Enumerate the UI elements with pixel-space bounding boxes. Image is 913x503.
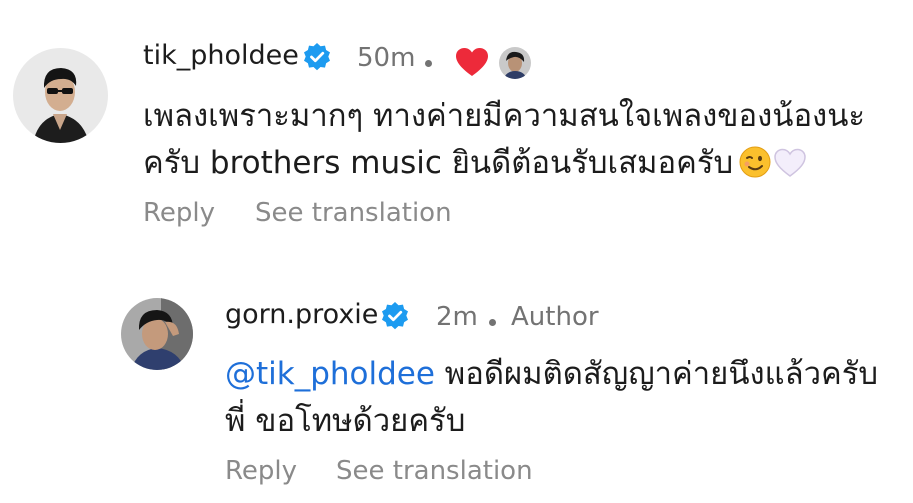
white-heart-emoji (773, 145, 807, 192)
username[interactable]: gorn.proxie (225, 299, 378, 330)
comment-text-line: ครับ brothers music ยินดีต้อนรับเสมอครับ (143, 145, 734, 181)
reply-button[interactable]: Reply (143, 198, 215, 228)
comment-text: เพลงเพราะมากๆ ทางค่ายมีความสนใจเพลงของน้… (143, 93, 903, 192)
author-like-avatar (497, 45, 533, 81)
comment-text-line-1: @tik_pholdee พอดีผมติดสัญญาค่ายนึงแล้วคร… (225, 351, 905, 398)
comment-text-line-2: ครับ brothers music ยินดีต้อนรับเสมอครับ (143, 140, 903, 192)
see-translation-button[interactable]: See translation (336, 456, 533, 486)
comment-text: @tik_pholdee พอดีผมติดสัญญาค่ายนึงแล้วคร… (225, 351, 905, 445)
see-translation-button[interactable]: See translation (255, 198, 452, 228)
heart-icon (455, 47, 489, 81)
comment-text-line: พอดีผมติดสัญญาค่ายนึงแล้วครับ (434, 356, 879, 392)
avatar[interactable] (13, 48, 108, 143)
verified-badge-icon (380, 301, 410, 335)
reply-button[interactable]: Reply (225, 456, 297, 486)
author-badge: Author (511, 302, 599, 332)
comment-text-line: เพลงเพราะมากๆ ทางค่ายมีความสนใจเพลงของน้… (143, 98, 866, 134)
wink-emoji (739, 145, 771, 192)
avatar[interactable] (121, 298, 193, 370)
comment-text-line: พี่ ขอโทษด้วยครับ (225, 403, 466, 439)
username[interactable]: tik_pholdee (143, 40, 299, 71)
mention-link[interactable]: @tik_pholdee (225, 356, 435, 392)
comment-time: 2m (436, 302, 478, 332)
verified-badge-icon (302, 42, 332, 76)
comment-time: 50m (357, 43, 416, 73)
separator-dot (425, 60, 432, 67)
separator-dot (489, 319, 496, 326)
